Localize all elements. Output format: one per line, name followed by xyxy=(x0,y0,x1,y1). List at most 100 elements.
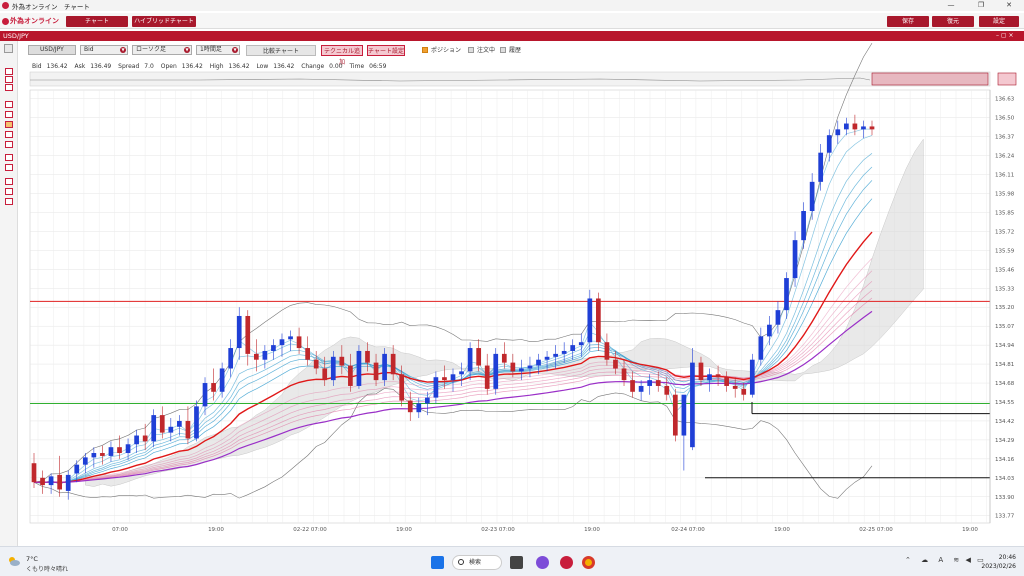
candle-body xyxy=(690,362,695,448)
candle-body xyxy=(134,435,139,445)
price-tick-label: 134.42 xyxy=(995,419,1014,425)
price-axis: 136.63 136.50 136.37 136.24 136.11 135.98 135.… xyxy=(989,90,1015,523)
candle-body xyxy=(758,336,764,360)
navigator-end-button[interactable] xyxy=(997,72,1017,86)
candle-body xyxy=(767,324,772,337)
time-axis: 07:00 19:00 02-22 07:00 19:00 02-23 07:00 19:… xyxy=(112,527,978,533)
candle-body xyxy=(271,345,276,351)
candle-body xyxy=(672,394,678,436)
candle-body xyxy=(818,152,824,182)
ime-indicator[interactable]: A xyxy=(938,556,943,564)
candle-body xyxy=(536,359,541,366)
candle-body xyxy=(330,356,336,381)
price-tick-label: 136.63 xyxy=(995,97,1015,103)
candle-body xyxy=(655,380,661,386)
price-tick-label: 135.20 xyxy=(995,305,1015,311)
price-tick-label: 136.37 xyxy=(995,135,1015,141)
candle-body xyxy=(861,126,866,130)
time-tick-label: 02-25 07:00 xyxy=(859,527,893,533)
candle-body xyxy=(228,348,234,369)
price-tick-label: 133.77 xyxy=(995,514,1015,520)
candle-body xyxy=(741,388,747,395)
price-tick-label: 135.07 xyxy=(995,324,1015,330)
candle-body xyxy=(117,447,122,454)
candle-body xyxy=(433,377,439,398)
candle-body xyxy=(792,240,798,279)
candle-body xyxy=(442,377,447,381)
candle-body xyxy=(732,385,738,389)
candle-body xyxy=(245,315,251,354)
candle-body xyxy=(553,353,558,357)
candle-body xyxy=(801,211,806,241)
taskbar-search[interactable]: 検索 xyxy=(452,555,502,570)
cloud-icon[interactable]: ☁ xyxy=(921,556,928,564)
wifi-icon[interactable]: ≋ xyxy=(953,556,959,564)
candle-body xyxy=(587,298,593,343)
candle-body xyxy=(647,380,653,386)
candle-body xyxy=(424,397,430,404)
candle-body xyxy=(630,380,635,392)
navigator-window[interactable] xyxy=(871,72,989,86)
candle-body xyxy=(476,348,482,366)
candle-body xyxy=(852,123,858,130)
chat-app-icon[interactable] xyxy=(536,556,549,569)
gaitame-app-icon[interactable] xyxy=(560,556,573,569)
time-tick-label: 02-24 07:00 xyxy=(671,527,705,533)
candle-body xyxy=(151,415,157,442)
time-tick-label: 19:00 xyxy=(396,527,412,533)
plot-area: 136.63 136.50 136.37 136.24 136.11 135.98 135.… xyxy=(29,42,1015,533)
candle-body xyxy=(775,310,781,325)
candle-body xyxy=(108,447,114,456)
candle-body xyxy=(185,420,191,439)
candle-body xyxy=(48,476,54,486)
price-tick-label: 135.72 xyxy=(995,229,1014,235)
candle-body xyxy=(527,365,533,369)
candle-body xyxy=(715,374,721,378)
candle-body xyxy=(313,359,319,369)
candle-body xyxy=(638,385,644,392)
candle-body xyxy=(390,353,396,375)
candle-body xyxy=(493,353,499,389)
candle-body xyxy=(202,383,208,407)
candle-body xyxy=(339,356,345,366)
candle-body xyxy=(544,356,550,360)
search-label: 検索 xyxy=(469,559,482,566)
candle-body xyxy=(596,298,601,343)
candle-body xyxy=(724,377,729,386)
price-tick-label: 135.85 xyxy=(995,210,1015,216)
candle-body xyxy=(305,348,310,360)
windows-taskbar: 7°C くもり時々晴れ 検索 ⌃ ☁ A ≋ ◀ ▭ 20:46 2023/02… xyxy=(0,546,1024,576)
candle-body xyxy=(253,353,259,360)
overview-navigator[interactable] xyxy=(29,71,1017,87)
candle-body xyxy=(459,371,464,375)
candle-body xyxy=(65,474,71,491)
candle-body xyxy=(869,126,875,130)
time-tick-label: 19:00 xyxy=(962,527,978,533)
volume-icon[interactable]: ◀ xyxy=(965,556,970,564)
candle-body xyxy=(621,368,627,381)
candle-body xyxy=(578,342,584,346)
candle-body xyxy=(613,359,618,369)
search-icon xyxy=(458,559,464,565)
candle-body xyxy=(382,353,387,381)
clock-time: 20:46 xyxy=(998,554,1016,561)
weather-condition: くもり時々晴れ xyxy=(26,566,69,573)
price-chart[interactable]: 136.63 136.50 136.37 136.24 136.11 135.98 135.… xyxy=(0,0,1024,546)
cloud-sun-icon xyxy=(9,557,20,566)
time-tick-label: 19:00 xyxy=(584,527,600,533)
candle-body xyxy=(416,403,422,413)
chrome-icon[interactable] xyxy=(582,556,595,569)
price-tick-label: 134.81 xyxy=(995,362,1014,368)
clock-date: 2023/02/26 xyxy=(981,563,1016,570)
start-button-icon[interactable] xyxy=(431,556,444,569)
candle-body xyxy=(519,368,524,372)
candle-body xyxy=(450,374,456,381)
system-clock[interactable]: 20:46 2023/02/26 xyxy=(981,553,1016,571)
candle-body xyxy=(142,435,148,442)
chevron-up-icon[interactable]: ⌃ xyxy=(905,556,911,564)
candle-body xyxy=(467,348,473,372)
candle-body xyxy=(31,463,37,483)
candle-body xyxy=(296,336,302,349)
candle-body xyxy=(604,342,610,360)
task-view-icon[interactable] xyxy=(510,556,523,569)
